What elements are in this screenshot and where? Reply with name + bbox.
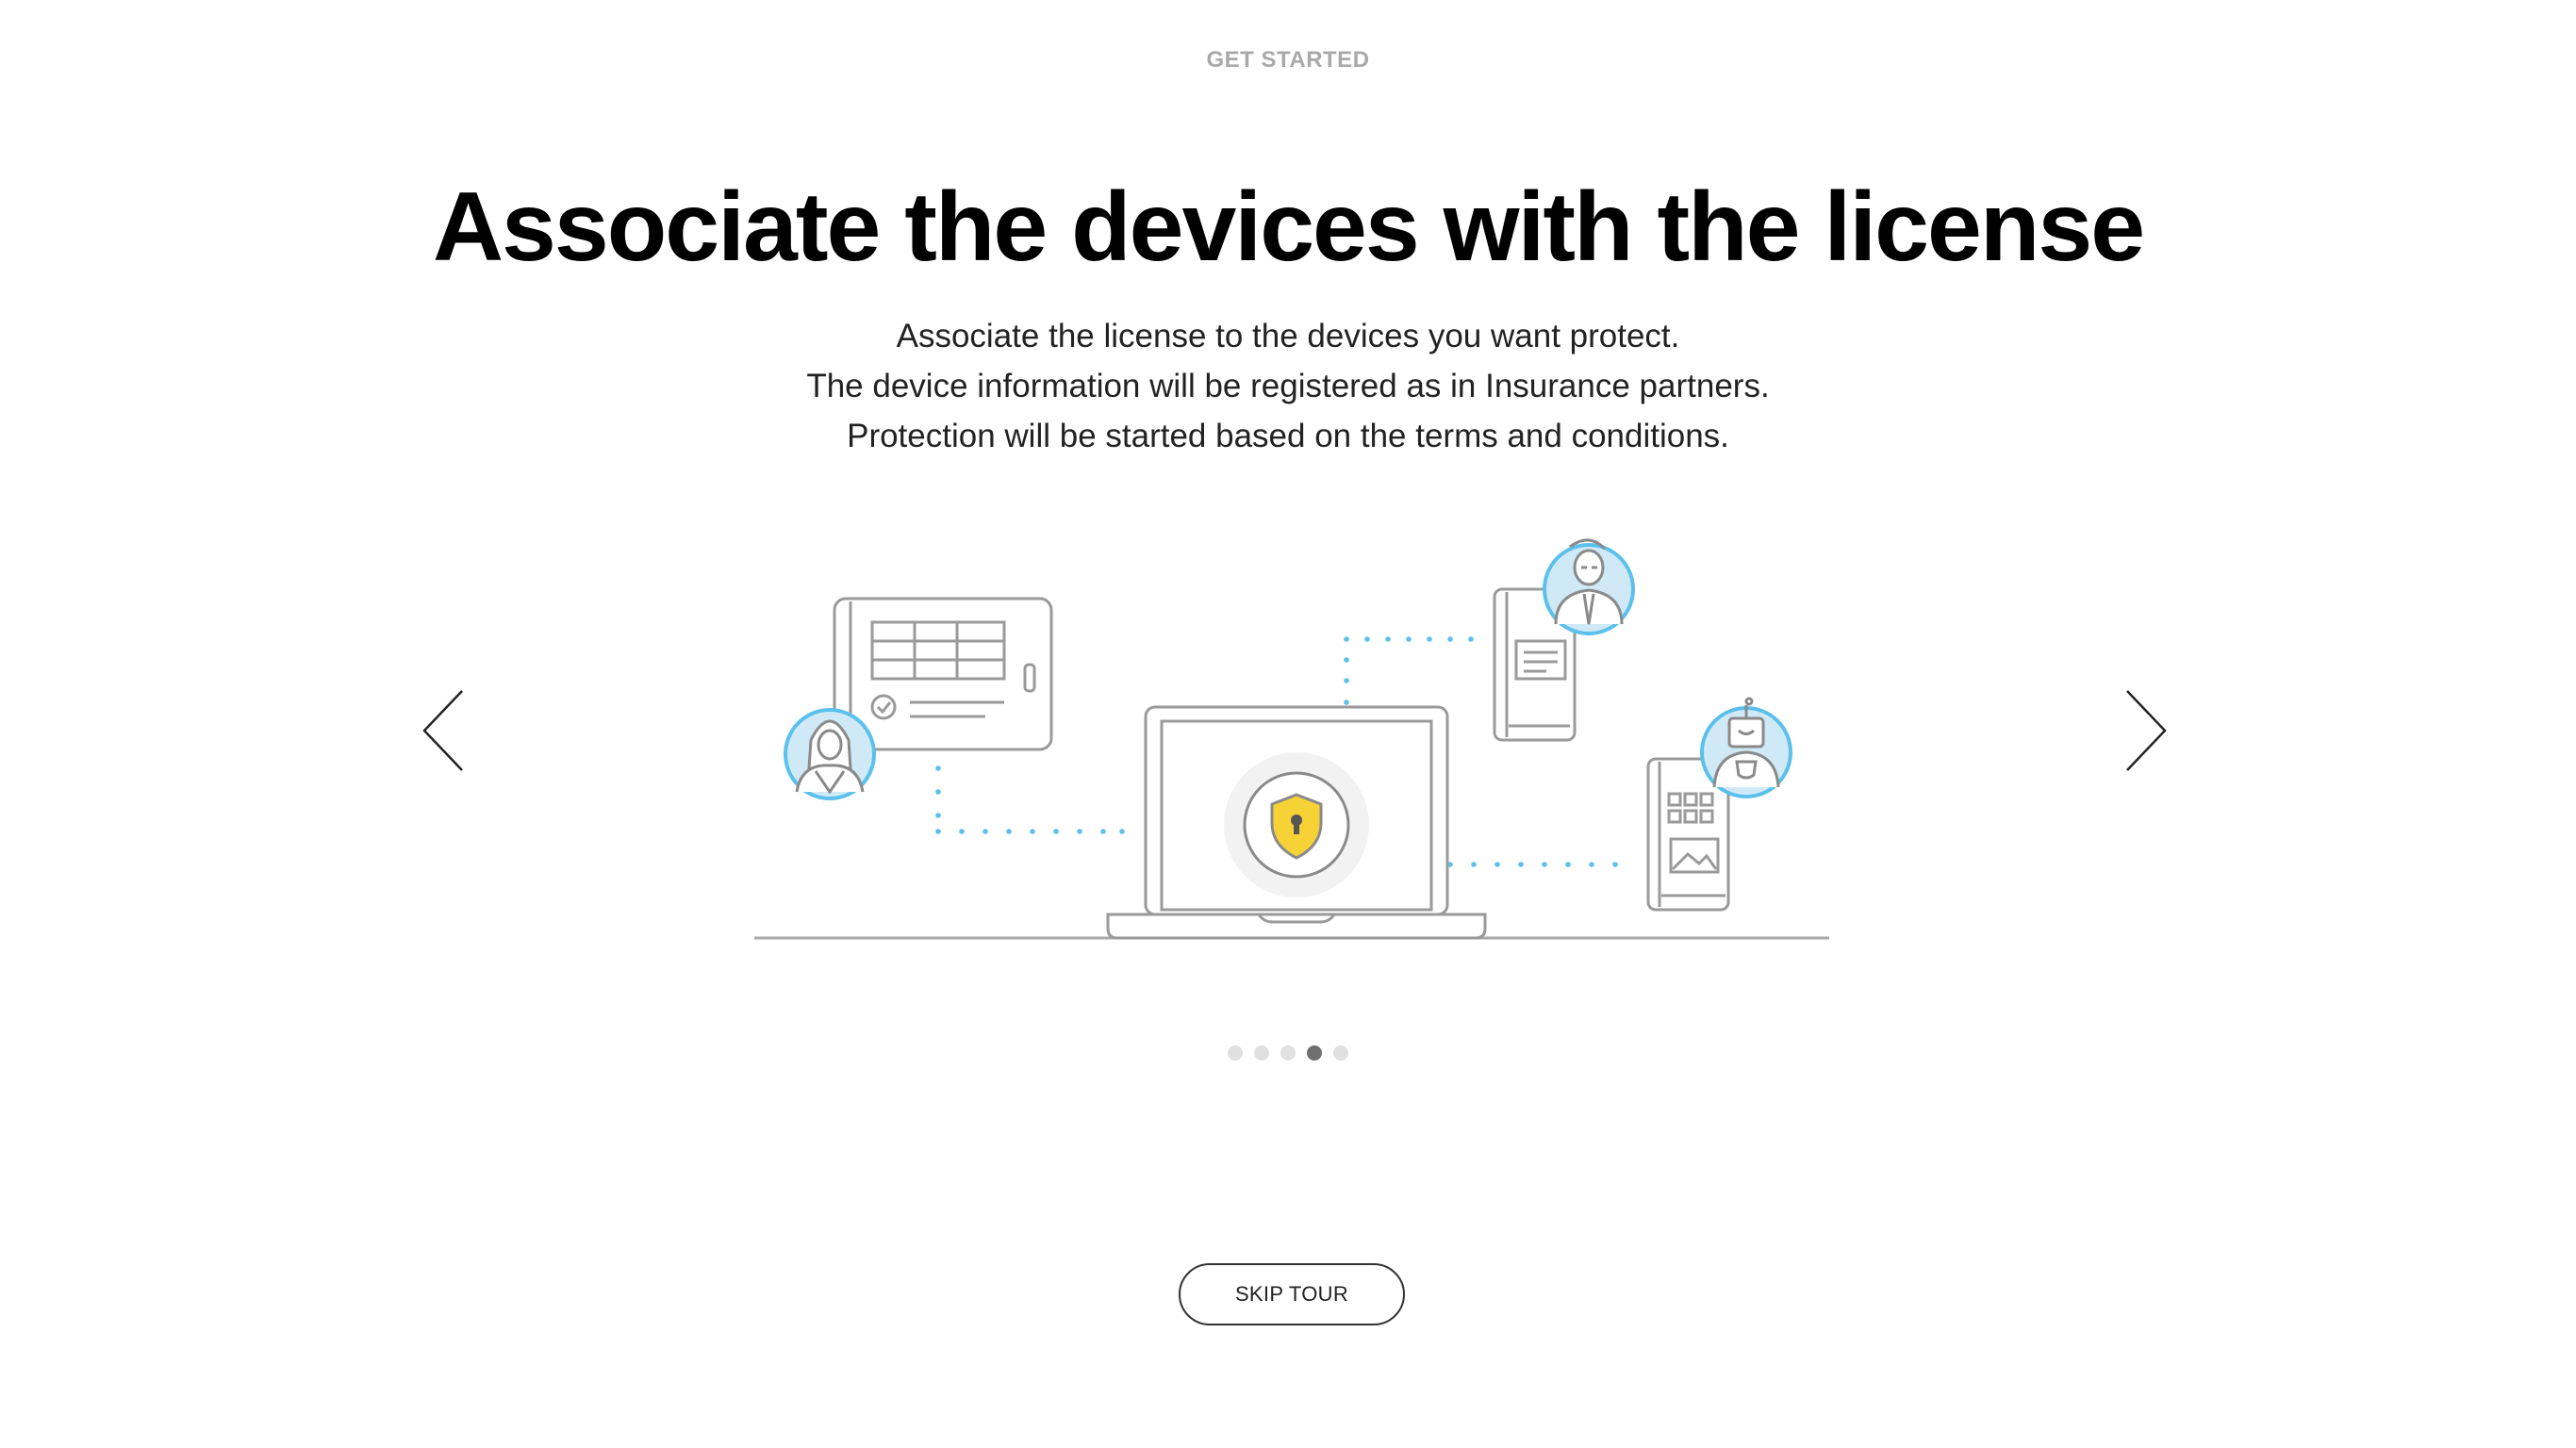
- tablet-icon: [833, 597, 1053, 751]
- pagination-dot[interactable]: [1254, 1045, 1269, 1061]
- previous-slide-button[interactable]: [421, 683, 477, 778]
- pagination-dot[interactable]: [1307, 1045, 1322, 1061]
- description-line: Protection will be started based on the …: [847, 418, 1729, 454]
- next-slide-button[interactable]: [2112, 683, 2169, 778]
- avatar-elderly-man-icon: [1543, 538, 1635, 635]
- chevron-left-icon: [422, 690, 463, 771]
- pagination-dot[interactable]: [1280, 1045, 1296, 1061]
- avatar-robot-icon: [1700, 697, 1792, 798]
- skip-tour-button[interactable]: SKIP TOUR: [1179, 1263, 1405, 1325]
- page-title: Associate the devices with the license: [432, 173, 2145, 282]
- chevron-right-icon: [2126, 690, 2167, 771]
- description-line: Associate the license to the devices you…: [896, 318, 1680, 354]
- avatar-woman-icon: [784, 708, 876, 800]
- lock-shield-icon: [1224, 752, 1369, 897]
- device-association-illustration: [745, 518, 1839, 952]
- description-line: The device information will be registere…: [806, 368, 1770, 404]
- section-eyebrow: GET STARTED: [1206, 47, 1370, 73]
- pagination-dots: [0, 1045, 2576, 1061]
- pagination-dot[interactable]: [1228, 1045, 1243, 1061]
- description: Associate the license to the devices you…: [0, 311, 2576, 461]
- pagination-dot[interactable]: [1333, 1045, 1348, 1061]
